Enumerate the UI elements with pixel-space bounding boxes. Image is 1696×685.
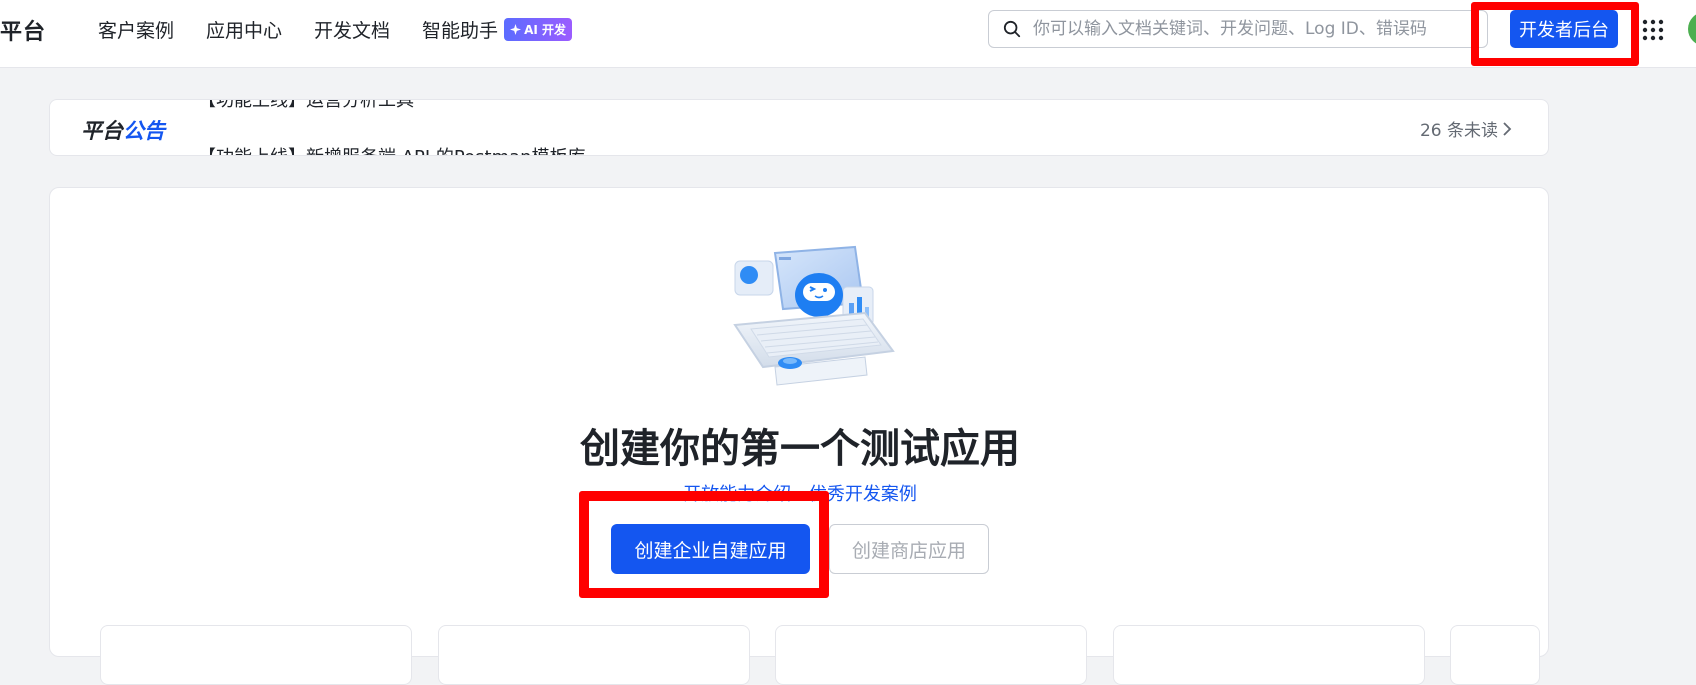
feature-card[interactable] (438, 625, 750, 685)
nav-dev-docs[interactable]: 开发文档 (314, 16, 390, 43)
developer-console-button[interactable]: 开发者后台 (1510, 10, 1618, 48)
page-headline: 创建你的第一个测试应用 (580, 426, 1020, 472)
announcement-item[interactable]: 【功能上线】运营分析工具 (198, 100, 414, 112)
nav-label: 智能助手 (422, 20, 499, 42)
announcement-ticker: 【功能上线】运营分析工具 【功能上线】新增服务端 API 的Postman模板库 (198, 100, 998, 155)
feature-card[interactable] (1450, 625, 1540, 685)
nav-label: 客户案例 (98, 20, 175, 42)
chevron-right-icon (1503, 121, 1512, 136)
create-custom-app-button[interactable]: 创建企业自建应用 (611, 524, 810, 574)
ai-dev-badge: AI 开发 (504, 18, 572, 41)
announcement-title-part2: 公告 (123, 119, 165, 143)
create-app-card: 创建你的第一个测试应用 开放能力介绍 优秀开发案例 创建企业自建应用 创建商店应… (49, 187, 1549, 685)
nav-app-center[interactable]: 应用中心 (206, 16, 282, 43)
unread-count-link[interactable]: 26 条未读 (1420, 116, 1512, 141)
unread-count: 26 条未读 (1419, 121, 1498, 141)
announcement-bar: 平台公告 【功能上线】运营分析工具 【功能上线】新增服务端 API 的Postm… (49, 99, 1549, 156)
laptop-robot-illustration (733, 245, 895, 386)
search-input[interactable] (1031, 18, 1455, 40)
nav-customer-cases[interactable]: 客户案例 (98, 16, 174, 43)
top-nav-bar: 平台 客户案例 应用中心 开发文档 智能助手 AI 开发 开发者后台 (0, 0, 1696, 68)
announcement-item[interactable]: 【功能上线】新增服务端 API 的Postman模板库 (198, 143, 586, 155)
nav-smart-assistant[interactable]: 智能助手 AI 开发 (422, 16, 572, 43)
sparkle-icon (510, 24, 522, 35)
brand-logo[interactable]: 平台 (0, 14, 46, 46)
search-box[interactable] (988, 10, 1488, 48)
user-avatar[interactable] (1688, 12, 1696, 46)
nav-label: 开发文档 (314, 20, 391, 42)
search-icon (1003, 20, 1021, 38)
nav-label: 应用中心 (206, 20, 283, 42)
create-store-app-button[interactable]: 创建商店应用 (829, 524, 989, 574)
ai-badge-label: AI 开发 (524, 23, 566, 37)
main-nav: 客户案例 应用中心 开发文档 智能助手 AI 开发 (98, 16, 572, 43)
announcement-title-part1: 平台 (81, 119, 123, 143)
announcement-title: 平台公告 (81, 115, 165, 145)
feature-card[interactable] (100, 625, 412, 685)
apps-grid-icon[interactable] (1641, 18, 1665, 42)
feature-card[interactable] (1113, 625, 1425, 685)
feature-card[interactable] (775, 625, 1087, 685)
